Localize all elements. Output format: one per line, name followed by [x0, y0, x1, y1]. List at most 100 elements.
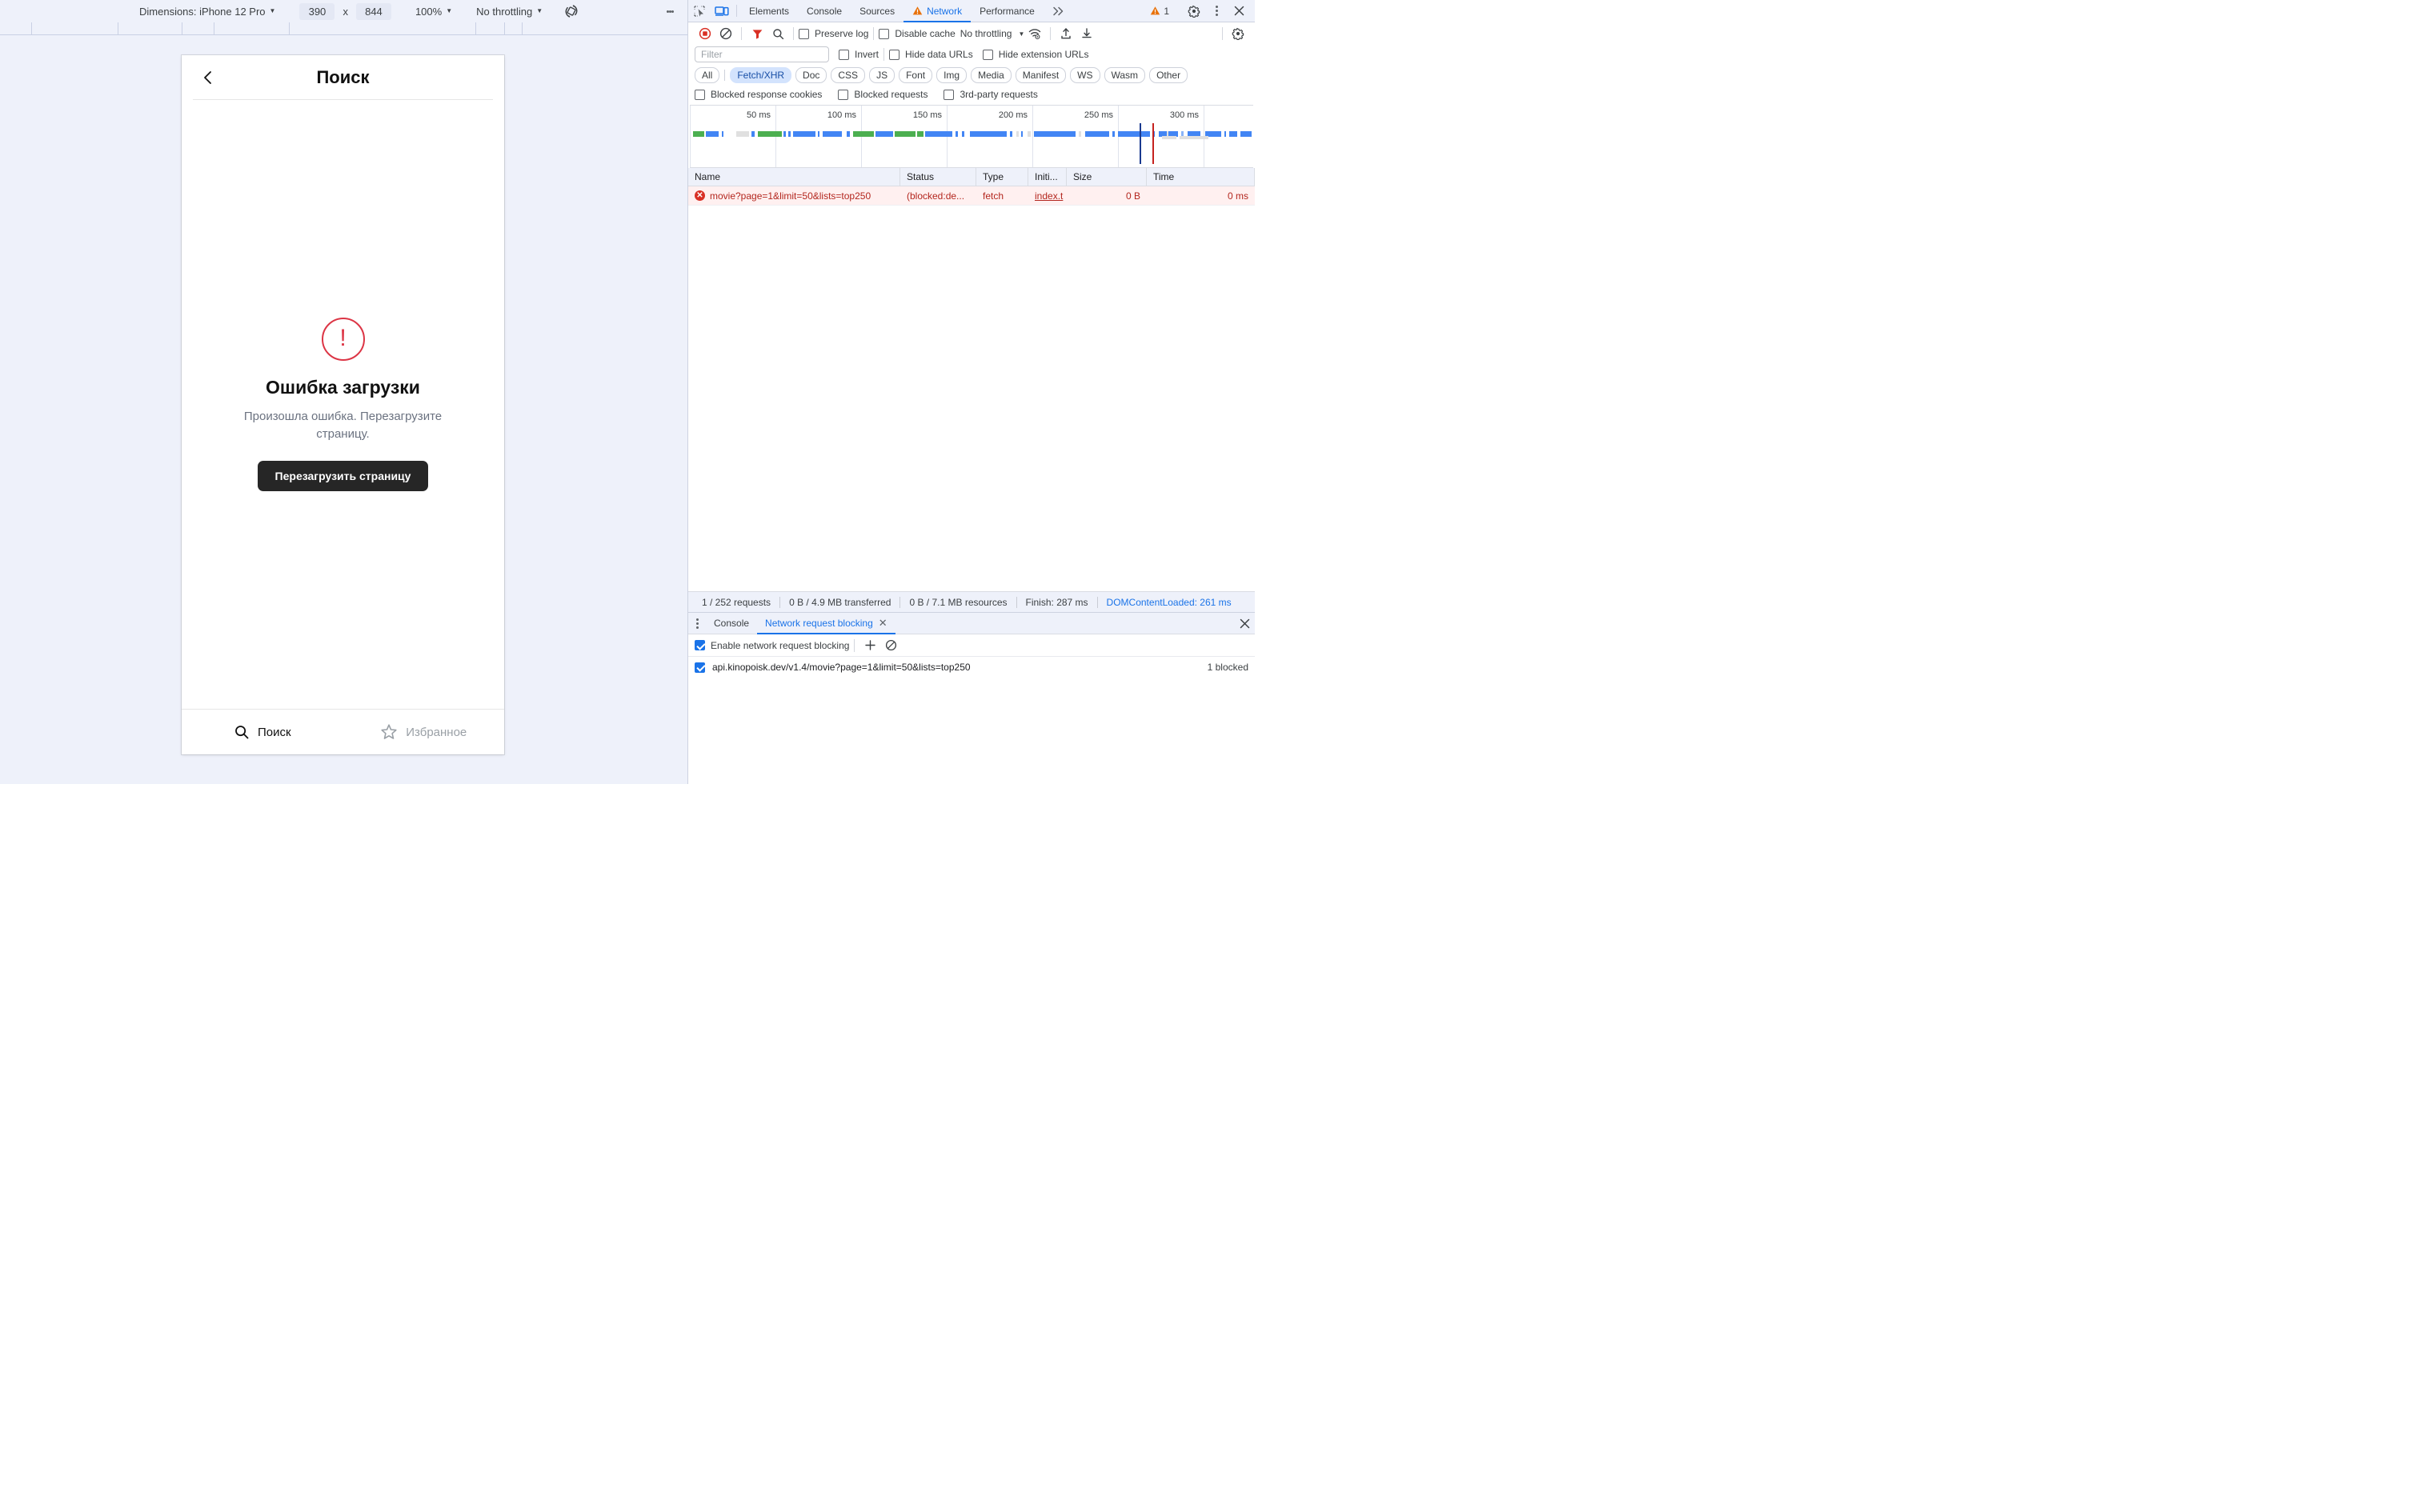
list-item[interactable]: api.kinopoisk.dev/v1.4/movie?page=1&limi…	[688, 657, 1255, 678]
search-requests-button[interactable]	[767, 23, 788, 44]
device-dimensions-select[interactable]: Dimensions: iPhone 12 Pro ▼	[136, 4, 278, 19]
hide-extension-urls-checkbox[interactable]	[982, 49, 993, 60]
warning-count-button[interactable]: 1	[1144, 6, 1176, 17]
devtools-kebab-menu[interactable]	[1205, 5, 1228, 17]
invert-checkbox[interactable]	[839, 49, 849, 60]
tab-console[interactable]: Console	[798, 0, 851, 22]
device-throttling-select[interactable]: No throttling ▼	[473, 4, 546, 19]
type-chip-other[interactable]: Other	[1149, 67, 1188, 83]
type-chip-fetch-xhr[interactable]: Fetch/XHR	[730, 67, 792, 83]
type-chip-font[interactable]: Font	[899, 67, 933, 83]
back-button[interactable]	[196, 66, 220, 90]
device-toolbar-kebab-menu[interactable]	[662, 3, 678, 19]
blocked-response-cookies-checkbox[interactable]	[695, 89, 705, 100]
network-overview-timeline[interactable]: 50 ms 100 ms 150 ms 200 ms 250 ms 300 ms	[690, 105, 1253, 168]
preserve-log-checkbox[interactable]	[799, 28, 809, 39]
tab-network-label: Network	[927, 5, 963, 17]
initiator-link[interactable]: index.t	[1035, 190, 1063, 202]
enable-blocking-row[interactable]: Enable network request blocking	[695, 640, 849, 651]
drawer-tab-console[interactable]: Console	[706, 613, 757, 634]
network-settings-button[interactable]	[1228, 23, 1248, 44]
drawer-kebab-menu[interactable]	[688, 613, 706, 634]
device-throttling-label: No throttling	[476, 5, 533, 18]
add-pattern-button[interactable]	[859, 635, 880, 656]
clear-network-log-button[interactable]	[715, 23, 736, 44]
preserve-log-checkbox-row[interactable]: Preserve log	[799, 28, 868, 39]
gear-icon[interactable]	[1183, 5, 1205, 18]
cell-name[interactable]: ✕ movie?page=1&limit=50&lists=top250	[688, 186, 900, 205]
close-devtools-button[interactable]	[1228, 6, 1250, 16]
close-drawer-button[interactable]	[1234, 613, 1255, 634]
network-conditions-button[interactable]	[1024, 23, 1045, 44]
kebab-menu-icon	[695, 622, 699, 625]
overview-bar	[875, 131, 893, 137]
tab-favorites[interactable]: Избранное	[343, 710, 505, 754]
close-icon[interactable]: ✕	[879, 617, 887, 630]
enable-blocking-checkbox[interactable]	[695, 640, 705, 650]
ruler-tick	[289, 22, 290, 35]
type-chip-img[interactable]: Img	[936, 67, 968, 83]
invert-checkbox-row[interactable]: Invert	[839, 49, 879, 60]
column-header-initiator[interactable]: Initi...	[1028, 168, 1067, 186]
blocked-response-cookies-row[interactable]: Blocked response cookies	[695, 89, 822, 100]
app-header: Поиск	[193, 55, 493, 100]
tab-network[interactable]: Network	[903, 0, 972, 22]
rotate-device-icon[interactable]	[562, 2, 581, 21]
type-chip-ws[interactable]: WS	[1070, 67, 1100, 83]
remove-all-patterns-button[interactable]	[880, 635, 901, 656]
pattern-enabled-checkbox[interactable]	[695, 662, 705, 673]
export-har-button[interactable]	[1076, 23, 1097, 44]
device-toolbar-icon[interactable]	[711, 0, 733, 22]
tab-console-label: Console	[807, 5, 843, 17]
device-zoom-select[interactable]: 100% ▼	[412, 4, 455, 19]
overview-bar	[1016, 131, 1019, 137]
hide-data-urls-checkbox-row[interactable]: Hide data URLs	[889, 49, 973, 60]
device-height-input[interactable]	[355, 2, 391, 20]
import-har-button[interactable]	[1056, 23, 1076, 44]
third-party-requests-checkbox[interactable]	[944, 89, 955, 100]
overview-bar	[788, 131, 791, 137]
resource-type-filters: All Fetch/XHR Doc CSS JS Font Img Media …	[688, 66, 1255, 87]
type-chip-js[interactable]: JS	[869, 67, 895, 83]
blocked-requests-row[interactable]: Blocked requests	[838, 89, 928, 100]
type-chip-media[interactable]: Media	[971, 67, 1012, 83]
inspect-element-icon[interactable]	[688, 0, 711, 22]
type-chip-doc[interactable]: Doc	[795, 67, 827, 83]
hide-data-urls-checkbox[interactable]	[889, 49, 900, 60]
tab-elements[interactable]: Elements	[740, 0, 798, 22]
summary-finish: Finish: 287 ms	[1025, 596, 1088, 608]
blocked-requests-checkbox[interactable]	[838, 89, 849, 100]
type-chip-all[interactable]: All	[695, 67, 720, 83]
third-party-requests-row[interactable]: 3rd-party requests	[944, 89, 1038, 100]
type-chip-css[interactable]: CSS	[831, 67, 866, 83]
tab-search[interactable]: Поиск	[182, 710, 343, 754]
column-header-status[interactable]: Status	[900, 168, 976, 186]
cell-time: 0 ms	[1227, 190, 1248, 202]
network-requests-table: Name Status Type Initi... Size Time ✕ mo…	[688, 168, 1255, 591]
clear-circle-slash-icon	[719, 27, 732, 40]
ruler-tick	[504, 22, 505, 35]
disable-cache-checkbox-row[interactable]: Disable cache	[879, 28, 956, 39]
hide-extension-urls-checkbox-row[interactable]: Hide extension URLs	[982, 49, 1088, 60]
drawer-tab-network-request-blocking[interactable]: Network request blocking ✕	[757, 613, 895, 634]
tab-performance[interactable]: Performance	[971, 0, 1044, 22]
filter-toggle-button[interactable]	[747, 23, 767, 44]
reload-page-button[interactable]: Перезагрузить страницу	[257, 460, 429, 491]
network-throttling-select[interactable]: No throttling ▼	[956, 28, 1025, 39]
device-emulation-toolbar: Dimensions: iPhone 12 Pro ▼ x 100% ▼ No …	[0, 0, 687, 22]
column-header-size[interactable]: Size	[1067, 168, 1147, 186]
filter-input[interactable]	[695, 46, 829, 62]
invert-label: Invert	[855, 49, 879, 60]
type-chip-manifest[interactable]: Manifest	[1015, 67, 1067, 83]
column-header-name[interactable]: Name	[688, 168, 900, 186]
device-width-input[interactable]	[299, 2, 335, 20]
disable-cache-checkbox[interactable]	[879, 28, 890, 39]
more-tabs-button[interactable]	[1044, 0, 1074, 22]
type-chip-wasm[interactable]: Wasm	[1104, 67, 1146, 83]
column-header-time[interactable]: Time	[1147, 168, 1255, 186]
table-row[interactable]: ✕ movie?page=1&limit=50&lists=top250 (bl…	[688, 186, 1255, 206]
cell-initiator[interactable]: index.t	[1028, 186, 1067, 205]
record-stop-button[interactable]	[695, 23, 715, 44]
column-header-type[interactable]: Type	[976, 168, 1028, 186]
tab-sources[interactable]: Sources	[851, 0, 903, 22]
